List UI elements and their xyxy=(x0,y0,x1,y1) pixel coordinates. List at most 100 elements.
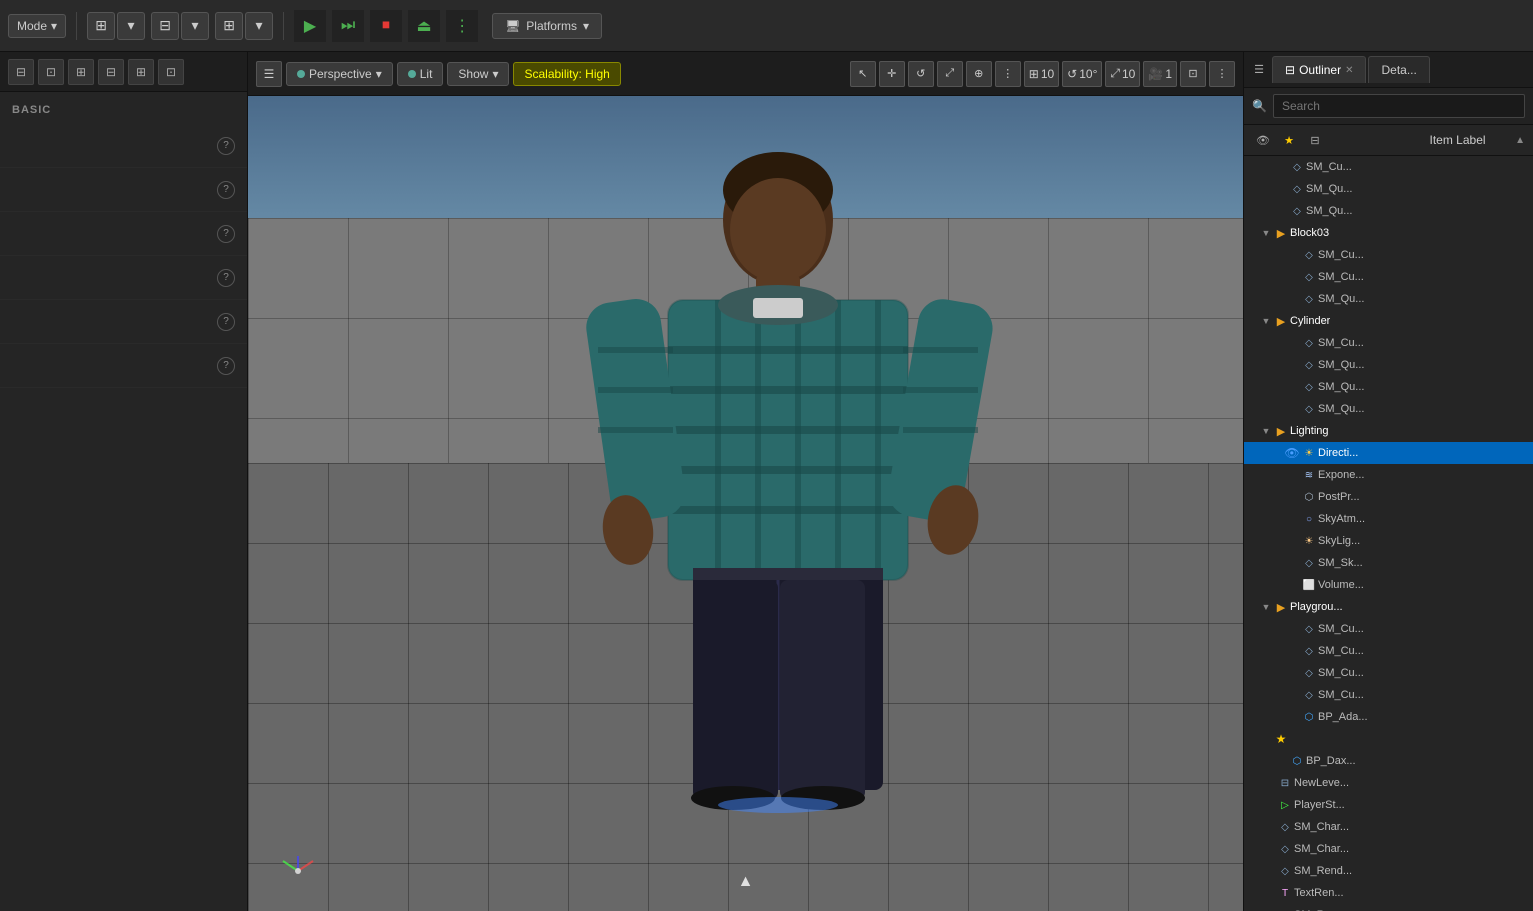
type-filter-icon[interactable]: ⊟ xyxy=(1304,129,1326,151)
perspective-button[interactable]: Perspective ▾ xyxy=(286,62,393,86)
build-button[interactable]: ⊞ xyxy=(215,12,243,40)
list-item[interactable]: ◇ SM_Qu... xyxy=(1244,398,1533,420)
list-item-newlevel[interactable]: ⊟ NewLeve... xyxy=(1244,772,1533,794)
eye-icon[interactable] xyxy=(1284,533,1300,549)
play-button[interactable]: ▶ xyxy=(294,10,326,42)
eye-icon[interactable] xyxy=(1284,577,1300,593)
list-item[interactable]: ◇ SM_Cu... xyxy=(1244,662,1533,684)
list-item-volume[interactable]: ⬜ Volume... xyxy=(1244,574,1533,596)
list-item[interactable]: ◇ SM_Cu... xyxy=(1244,266,1533,288)
step-button[interactable]: ⏭ xyxy=(332,10,364,42)
eye-icon[interactable] xyxy=(1284,379,1300,395)
rotation-size-control[interactable]: ↺ 10° xyxy=(1062,61,1102,87)
eye-icon[interactable] xyxy=(1272,181,1288,197)
list-item-folder-cylinder[interactable]: ▼ ▶ Cylinder xyxy=(1244,310,1533,332)
list-item[interactable]: ◇ SM_Qu... xyxy=(1244,200,1533,222)
eye-icon[interactable] xyxy=(1284,709,1300,725)
eye-icon[interactable] xyxy=(1284,291,1300,307)
eye-icon[interactable] xyxy=(1284,687,1300,703)
snap-toggle-button[interactable]: ⋮ xyxy=(995,61,1021,87)
search-input[interactable] xyxy=(1273,94,1525,118)
eye-icon[interactable] xyxy=(1272,753,1288,769)
eye-icon[interactable] xyxy=(1284,269,1300,285)
list-item[interactable]: ◇ SM_Qu... xyxy=(1244,354,1533,376)
list-item-folder-lighting[interactable]: ▼ ▶ Lighting xyxy=(1244,420,1533,442)
eye-icon[interactable] xyxy=(1284,555,1300,571)
eye-icon[interactable] xyxy=(1284,247,1300,263)
show-button[interactable]: Show ▾ xyxy=(447,62,509,86)
visual-effects-button[interactable]: ⊡ xyxy=(158,59,184,85)
list-item[interactable]: ◇ SM_Cu... xyxy=(1244,156,1533,178)
snap-chevron[interactable]: ▾ xyxy=(181,12,209,40)
folder-expand-icon[interactable]: ▼ xyxy=(1260,425,1272,437)
details-tab[interactable]: Deta... xyxy=(1368,56,1429,83)
eye-icon[interactable] xyxy=(1260,907,1276,911)
list-item-folder-block03[interactable]: ▼ ▶ Block03 xyxy=(1244,222,1533,244)
eye-icon[interactable] xyxy=(1284,511,1300,527)
scale-size-control[interactable]: ⤢ 10 xyxy=(1105,61,1140,87)
list-item-sm-sky[interactable]: ◇ SM_Sk... xyxy=(1244,552,1533,574)
stop-button[interactable]: ⏹ xyxy=(370,10,402,42)
build-chevron[interactable]: ▾ xyxy=(245,12,273,40)
eye-icon[interactable] xyxy=(1284,665,1300,681)
list-item[interactable]: ◇ SM_Qu... xyxy=(1244,376,1533,398)
list-item[interactable]: ◇ SM_Cu... xyxy=(1244,618,1533,640)
visibility-filter-icon[interactable]: 👁 xyxy=(1252,129,1274,151)
star-filter-icon[interactable]: ★ xyxy=(1278,129,1300,151)
eye-icon[interactable] xyxy=(1284,643,1300,659)
info-icon-6[interactable]: ? xyxy=(217,357,235,375)
list-item-skyatm[interactable]: ○ SkyAtm... xyxy=(1244,508,1533,530)
eye-icon[interactable] xyxy=(1260,797,1276,813)
list-item-smchar2[interactable]: ◇ SM_Char... xyxy=(1244,838,1533,860)
eye-icon[interactable] xyxy=(1284,401,1300,417)
eye-icon[interactable] xyxy=(1260,819,1276,835)
list-item-skylight[interactable]: ☀ SkyLig... xyxy=(1244,530,1533,552)
shapes-button[interactable]: ⊞ xyxy=(68,59,94,85)
viewport[interactable]: ☰ Perspective ▾ Lit Show ▾ Scalability: … xyxy=(248,52,1243,911)
info-icon-5[interactable]: ? xyxy=(217,313,235,331)
list-item[interactable]: ◇ SM_Cu... xyxy=(1244,640,1533,662)
camera-speed-control[interactable]: 🎥 1 xyxy=(1143,61,1177,87)
eye-icon[interactable] xyxy=(1260,841,1276,857)
folder-expand-icon[interactable]: ▼ xyxy=(1260,601,1272,613)
list-item-bpdax[interactable]: ⬡ BP_Dax... xyxy=(1244,750,1533,772)
add-actor-button[interactable]: ⊞ xyxy=(87,12,115,40)
scalability-button[interactable]: Scalability: High xyxy=(513,62,620,86)
info-icon-3[interactable]: ? xyxy=(217,225,235,243)
list-item-smchar1[interactable]: ◇ SM_Char... xyxy=(1244,816,1533,838)
select-tool-button[interactable]: ↖ xyxy=(850,61,876,87)
lights-button[interactable]: ⊟ xyxy=(98,59,124,85)
list-item-bpada[interactable]: ⬡ BP_Ada... xyxy=(1244,706,1533,728)
eye-icon[interactable] xyxy=(1260,863,1276,879)
outliner-tab-close[interactable]: ✕ xyxy=(1345,65,1353,76)
grid-size-control[interactable]: ⊞ 10 xyxy=(1024,61,1059,87)
outliner-tab[interactable]: ⊟ Outliner ✕ xyxy=(1272,56,1366,83)
eject-button[interactable]: ⏏ xyxy=(408,10,440,42)
eye-icon[interactable] xyxy=(1284,467,1300,483)
place-mode-button[interactable]: ⊟ xyxy=(8,59,34,85)
eye-icon[interactable] xyxy=(1284,335,1300,351)
outliner-filter-icon[interactable]: ☰ xyxy=(1248,59,1270,81)
eye-icon[interactable] xyxy=(1272,203,1288,219)
rotate-tool-button[interactable]: ↺ xyxy=(908,61,934,87)
list-item[interactable]: ◇ SM_Cu... xyxy=(1244,684,1533,706)
list-item[interactable]: ◇ SM_Qu... xyxy=(1244,288,1533,310)
list-item[interactable]: ◇ SM_Cu... xyxy=(1244,332,1533,354)
lit-button[interactable]: Lit xyxy=(397,62,444,86)
eye-icon[interactable] xyxy=(1284,357,1300,373)
snap-button[interactable]: ⊟ xyxy=(151,12,179,40)
info-icon-1[interactable]: ? xyxy=(217,137,235,155)
list-item-star-row[interactable]: ★ xyxy=(1244,728,1533,750)
more-button[interactable]: ⋮ xyxy=(446,10,478,42)
info-icon-2[interactable]: ? xyxy=(217,181,235,199)
eye-icon[interactable] xyxy=(1260,775,1276,791)
world-grid-button[interactable]: ⊕ xyxy=(966,61,992,87)
eye-icon[interactable] xyxy=(1260,885,1276,901)
list-item-directional-light[interactable]: 👁 ☀ Directi... xyxy=(1244,442,1533,464)
list-item[interactable]: ◇ SM_Cu... xyxy=(1244,244,1533,266)
translate-tool-button[interactable]: ✛ xyxy=(879,61,905,87)
list-item-playerstart[interactable]: ▷ PlayerSt... xyxy=(1244,794,1533,816)
add-actor-chevron[interactable]: ▾ xyxy=(117,12,145,40)
list-item-textren[interactable]: T TextRen... xyxy=(1244,882,1533,904)
recently-placed-button[interactable]: ⊡ xyxy=(38,59,64,85)
